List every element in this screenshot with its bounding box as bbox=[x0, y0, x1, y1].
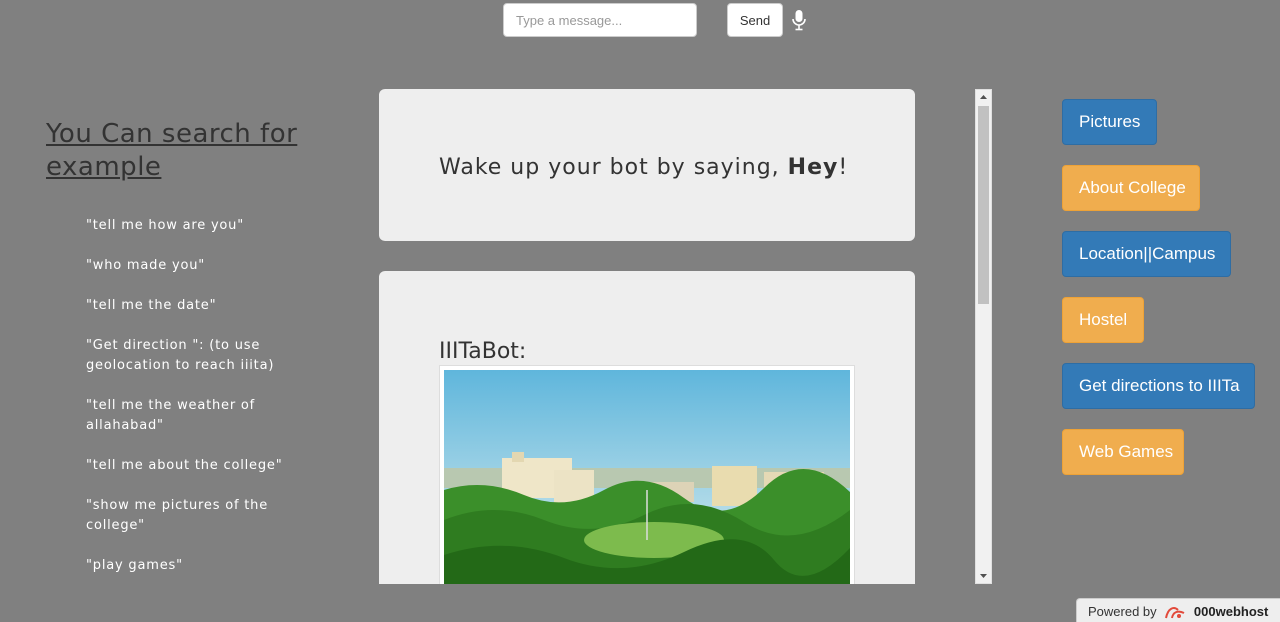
pictures-button[interactable]: Pictures bbox=[1062, 99, 1157, 145]
wake-suffix: ! bbox=[838, 155, 849, 180]
wake-word: Hey bbox=[787, 155, 839, 180]
scroll-thumb[interactable] bbox=[978, 106, 989, 304]
send-button[interactable]: Send bbox=[727, 3, 783, 37]
about-college-button[interactable]: About College bbox=[1062, 165, 1200, 211]
example-item: "tell me the weather of allahabad" bbox=[86, 398, 256, 433]
examples-heading: You Can search for example bbox=[46, 119, 298, 182]
example-item: "tell me how are you" bbox=[86, 218, 245, 233]
location-campus-button[interactable]: Location||Campus bbox=[1062, 231, 1231, 277]
example-item: "tell me the date" bbox=[86, 298, 217, 313]
scroll-up-arrow-icon[interactable] bbox=[976, 90, 991, 104]
get-directions-button[interactable]: Get directions to IIITa bbox=[1062, 363, 1255, 409]
message-composer: Send bbox=[0, 0, 1280, 40]
microphone-icon[interactable] bbox=[791, 9, 807, 31]
wake-message: Wake up your bot by saying, Hey! bbox=[439, 155, 848, 180]
webhost-logo-icon bbox=[1165, 607, 1185, 619]
powered-by-badge[interactable]: Powered by 000webhost bbox=[1076, 598, 1280, 622]
example-item: "Get direction ": (to use geolocation to… bbox=[86, 338, 275, 373]
campus-photo-frame bbox=[439, 365, 855, 584]
powered-by-label: Powered by bbox=[1088, 604, 1157, 619]
chat-log[interactable]: Wake up your bot by saying, Hey! IIITaBo… bbox=[379, 89, 992, 584]
bot-name: IIITaBot: bbox=[439, 339, 527, 364]
quick-actions: Pictures About College Location||Campus … bbox=[1062, 99, 1255, 495]
example-item: "tell me about the college" bbox=[86, 458, 283, 473]
scroll-down-arrow-icon[interactable] bbox=[976, 569, 991, 583]
wake-prefix: Wake up your bot by saying, bbox=[439, 155, 788, 180]
bot-message-card: IIITaBot: bbox=[379, 271, 915, 584]
examples-panel: You Can search for example "tell me how … bbox=[46, 118, 326, 596]
example-item: "show me pictures of the college" bbox=[86, 498, 269, 533]
example-item: "play games" bbox=[86, 558, 183, 573]
web-games-button[interactable]: Web Games bbox=[1062, 429, 1184, 475]
chat-scrollbar[interactable] bbox=[975, 89, 992, 584]
example-item: "who made you" bbox=[86, 258, 206, 273]
webhost-brand: 000webhost bbox=[1193, 604, 1269, 619]
wake-message-card: Wake up your bot by saying, Hey! bbox=[379, 89, 915, 241]
examples-list: "tell me how are you" "who made you" "te… bbox=[46, 216, 326, 576]
campus-aerial-photo bbox=[444, 370, 850, 584]
message-input[interactable] bbox=[503, 3, 697, 37]
hostel-button[interactable]: Hostel bbox=[1062, 297, 1144, 343]
